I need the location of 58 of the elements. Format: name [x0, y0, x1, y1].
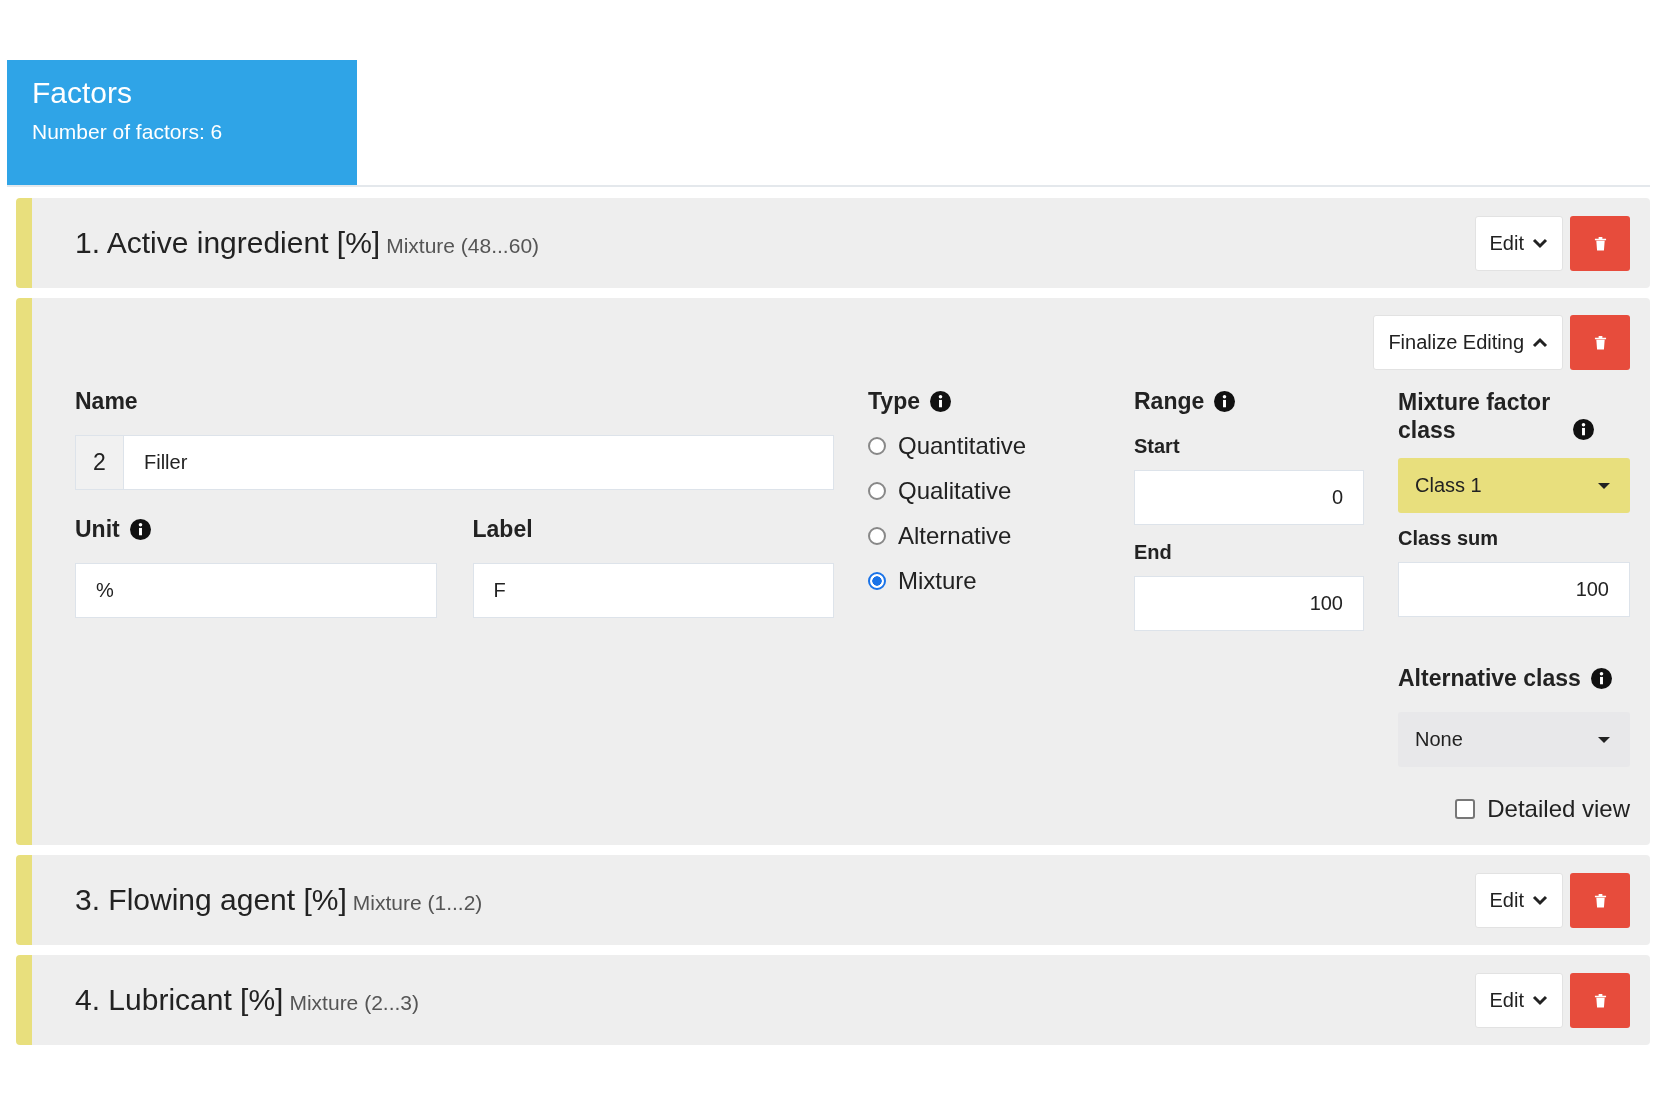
factor-title: 3. Flowing agent [%] [75, 883, 347, 916]
info-icon[interactable] [129, 519, 151, 540]
chevron-down-icon [1532, 894, 1548, 906]
radio-label: Alternative [898, 521, 1012, 550]
class-dropdown[interactable]: Class 1 [1398, 458, 1630, 513]
radio-label: Mixture [898, 566, 977, 595]
start-field[interactable]: 0 [1134, 470, 1364, 525]
trash-icon [1593, 892, 1607, 908]
trash-icon [1593, 235, 1607, 251]
radio-button[interactable] [868, 571, 886, 590]
radio-label: Quantitative [898, 431, 1027, 460]
factor-summary: Mixture (48...60) [386, 234, 540, 257]
name-field[interactable]: Filler [123, 435, 834, 490]
unit-field[interactable]: % [75, 563, 437, 618]
field-label: Mixture factor class [1398, 388, 1552, 444]
info-icon[interactable] [1573, 419, 1594, 440]
trash-icon [1593, 992, 1607, 1008]
radio-button[interactable] [868, 436, 886, 455]
field-label: Class sum [1398, 527, 1500, 550]
delete-button[interactable] [1570, 215, 1630, 271]
edit-button[interactable]: Edit [1474, 215, 1563, 271]
class-sum-field[interactable]: 100 [1398, 562, 1630, 617]
field-label: Unit [75, 516, 120, 543]
finalize-editing-button[interactable]: Finalize Editing [1373, 315, 1563, 370]
radio-button[interactable] [868, 481, 886, 500]
delete-button[interactable] [1570, 872, 1630, 928]
chevron-up-icon [1532, 336, 1548, 349]
page-title: Factors [32, 76, 134, 110]
field-label: Type [868, 388, 920, 415]
factor-count: Number of factors: 6 [32, 120, 224, 144]
field-label: Alternative class [1398, 665, 1581, 692]
checkbox-label: Detailed view [1487, 795, 1630, 823]
checkbox[interactable] [1455, 799, 1476, 819]
info-icon[interactable] [1214, 391, 1236, 412]
info-icon[interactable] [1590, 668, 1612, 689]
trash-icon [1593, 335, 1607, 350]
label-field[interactable]: F [472, 563, 834, 618]
end-field[interactable]: 100 [1134, 576, 1364, 631]
field-label: End [1134, 541, 1173, 564]
info-icon[interactable] [930, 391, 951, 412]
edit-button[interactable]: Edit [1474, 872, 1563, 928]
edit-button[interactable]: Edit [1474, 972, 1563, 1028]
factor-summary: Mixture (2...3) [289, 991, 419, 1014]
factor-summary: Mixture (1...2) [352, 891, 483, 914]
delete-button[interactable] [1570, 972, 1630, 1028]
delete-button[interactable] [1570, 315, 1630, 370]
factor-title: 1. Active ingredient [%] [75, 226, 381, 259]
field-label: Start [1134, 435, 1181, 458]
chevron-down-icon [1532, 994, 1548, 1006]
field-label: Range [1134, 388, 1205, 415]
factor-number: 2 [75, 435, 123, 490]
alternative-class-dropdown[interactable]: None [1398, 712, 1630, 767]
radio-button[interactable] [868, 526, 886, 545]
chevron-down-icon [1532, 237, 1548, 249]
field-label: Name [75, 388, 139, 415]
factor-title: 4. Lubricant [%] [75, 983, 284, 1016]
field-label: Label [472, 516, 534, 543]
radio-label: Qualitative [898, 476, 1012, 505]
